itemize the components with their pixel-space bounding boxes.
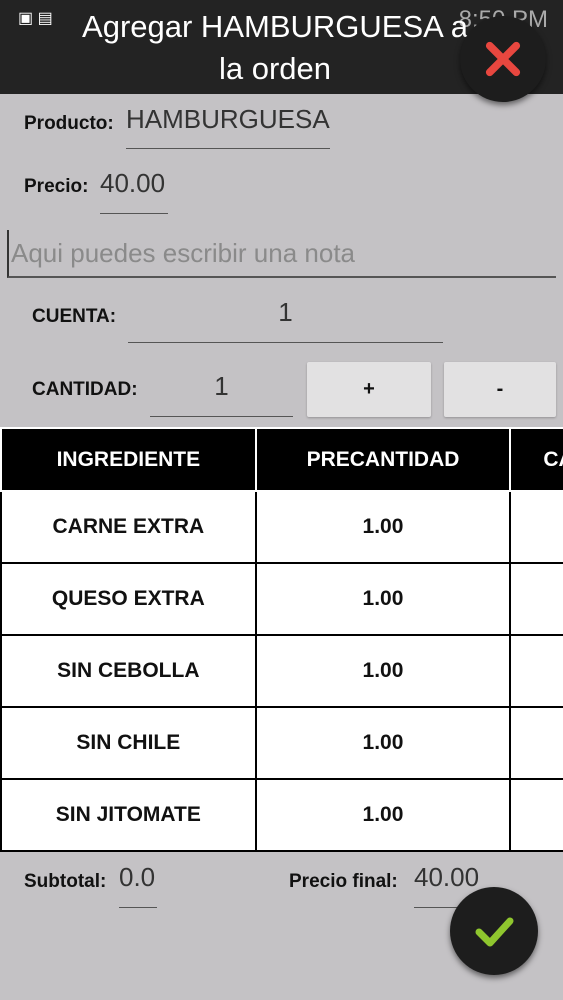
- dialog-title: Agregar HAMBURGUESA a la orden: [40, 6, 510, 90]
- column-header-cantidad: CA: [509, 427, 563, 492]
- increment-button[interactable]: +: [307, 362, 431, 417]
- close-icon: [485, 41, 521, 77]
- cantidad-field[interactable]: 1: [150, 371, 293, 417]
- ingrediente-cell: SIN CEBOLLA: [0, 634, 257, 708]
- table-row[interactable]: SIN CHILE 1.00: [0, 706, 563, 780]
- table-header-row: INGREDIENTE PRECANTIDAD CA: [0, 427, 563, 492]
- cantidad-cell[interactable]: [509, 706, 563, 780]
- column-header-ingrediente: INGREDIENTE: [0, 427, 257, 492]
- ingrediente-cell: SIN CHILE: [0, 706, 257, 780]
- precio-label: Precio:: [24, 176, 89, 197]
- cantidad-cell[interactable]: [509, 562, 563, 636]
- precio-final-label: Precio final:: [289, 871, 398, 892]
- precantidad-cell: 1.00: [254, 778, 512, 852]
- ingredients-table[interactable]: INGREDIENTE PRECANTIDAD CA CARNE EXTRA 1…: [0, 427, 563, 852]
- check-icon: [475, 917, 514, 947]
- column-header-precantidad: PRECANTIDAD: [254, 427, 512, 492]
- cantidad-cell[interactable]: [509, 634, 563, 708]
- table-row[interactable]: QUESO EXTRA 1.00: [0, 562, 563, 636]
- cuenta-field[interactable]: 1: [128, 297, 443, 343]
- table-row[interactable]: SIN CEBOLLA 1.00: [0, 634, 563, 708]
- precantidad-cell: 1.00: [254, 634, 512, 708]
- cantidad-cell[interactable]: [509, 490, 563, 564]
- cantidad-cell[interactable]: [509, 778, 563, 852]
- precantidad-cell: 1.00: [254, 562, 512, 636]
- confirm-button[interactable]: [450, 887, 538, 975]
- decrement-button[interactable]: -: [444, 362, 556, 417]
- table-row[interactable]: SIN JITOMATE 1.00: [0, 778, 563, 852]
- ingrediente-cell: CARNE EXTRA: [0, 490, 257, 564]
- dialog-title-line1: Agregar HAMBURGUESA a: [82, 9, 468, 44]
- precantidad-cell: 1.00: [254, 706, 512, 780]
- nota-input[interactable]: [7, 230, 556, 278]
- precio-field[interactable]: 40.00: [100, 168, 168, 214]
- table-row[interactable]: CARNE EXTRA 1.00: [0, 490, 563, 564]
- producto-label: Producto:: [24, 113, 114, 134]
- precantidad-cell: 1.00: [254, 490, 512, 564]
- close-button[interactable]: [460, 16, 546, 102]
- subtotal-label: Subtotal:: [24, 871, 107, 892]
- subtotal-field: 0.0: [119, 862, 157, 908]
- dialog-title-line2: la orden: [218, 51, 332, 86]
- producto-field: HAMBURGUESA: [126, 104, 330, 149]
- ingrediente-cell: QUESO EXTRA: [0, 562, 257, 636]
- cantidad-label: CANTIDAD:: [32, 379, 138, 400]
- cuenta-label: CUENTA:: [32, 306, 117, 327]
- ingrediente-cell: SIN JITOMATE: [0, 778, 257, 852]
